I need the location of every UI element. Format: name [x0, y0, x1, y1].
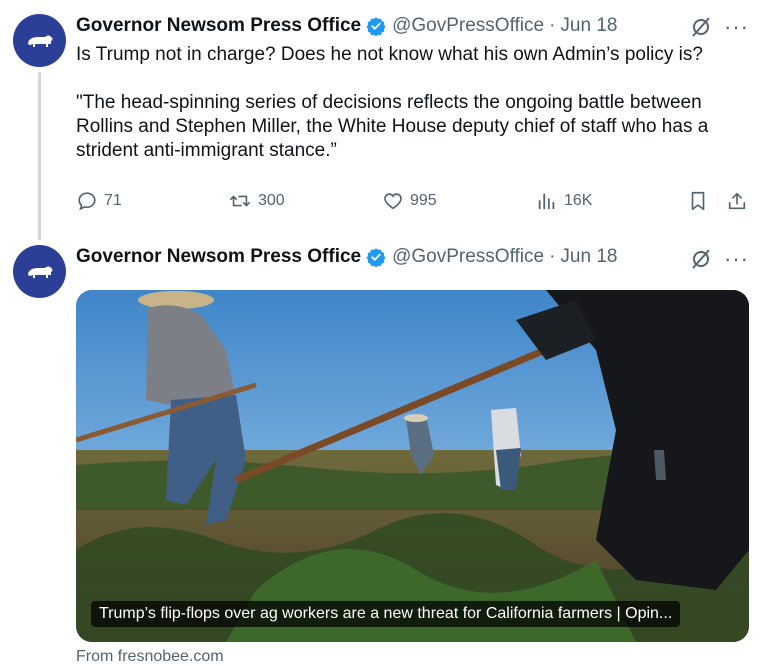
like-count: 995 [410, 192, 437, 209]
separator-dot: · [549, 246, 556, 267]
link-card-title[interactable]: Trump’s flip-flops over ag workers are a… [91, 601, 681, 627]
display-name[interactable]: Governor Newsom Press Office [76, 15, 361, 37]
more-icon[interactable]: ··· [724, 14, 749, 40]
separator-dot: · [549, 15, 556, 36]
tweet-header: Governor Newsom Press Office @GovPressOf… [76, 15, 617, 37]
thread-line [38, 72, 41, 240]
share-button[interactable] [726, 190, 754, 212]
bookmark-button[interactable] [688, 190, 714, 212]
reply-count: 71 [104, 192, 122, 209]
handle[interactable]: @GovPressOffice [392, 15, 544, 37]
display-name[interactable]: Governor Newsom Press Office [76, 246, 361, 268]
timestamp[interactable]: Jun 18 [560, 15, 617, 37]
link-card[interactable]: Trump’s flip-flops over ag workers are a… [76, 290, 749, 642]
avatar[interactable] [13, 14, 66, 67]
verified-badge-icon [366, 16, 386, 36]
retweet-count: 300 [258, 192, 285, 209]
views-button[interactable]: 16K [536, 190, 592, 212]
retweet-icon [230, 195, 250, 207]
tweet-header: Governor Newsom Press Office @GovPressOf… [76, 246, 617, 268]
bear-icon [27, 266, 52, 278]
link-source[interactable]: From fresnobee.com [76, 648, 224, 666]
like-button[interactable]: 995 [382, 190, 437, 212]
verified-badge-icon [366, 247, 386, 267]
reply-button[interactable]: 71 [76, 190, 122, 212]
tweet-text-line: Is Trump not in charge? Does he not know… [76, 44, 703, 65]
grok-icon[interactable] [690, 16, 712, 43]
heart-icon [384, 193, 402, 210]
farmworkers-photo [76, 290, 749, 642]
tweet-quote-text: "The head-spinning series of decisions r… [76, 92, 709, 161]
tweet-text: Is Trump not in charge? Does he not know… [76, 43, 756, 163]
timestamp[interactable]: Jun 18 [560, 246, 617, 268]
avatar[interactable] [13, 245, 66, 298]
bookmark-icon [691, 191, 705, 211]
views-count: 16K [564, 192, 593, 209]
handle[interactable]: @GovPressOffice [392, 246, 544, 268]
views-icon [538, 193, 555, 210]
share-icon [728, 192, 746, 210]
reply-icon [78, 192, 96, 211]
grok-icon[interactable] [690, 248, 712, 275]
more-icon[interactable]: ··· [724, 246, 749, 272]
action-bar: 71 300 995 16K [76, 190, 756, 216]
bear-icon [27, 35, 52, 47]
retweet-button[interactable]: 300 [228, 190, 285, 212]
